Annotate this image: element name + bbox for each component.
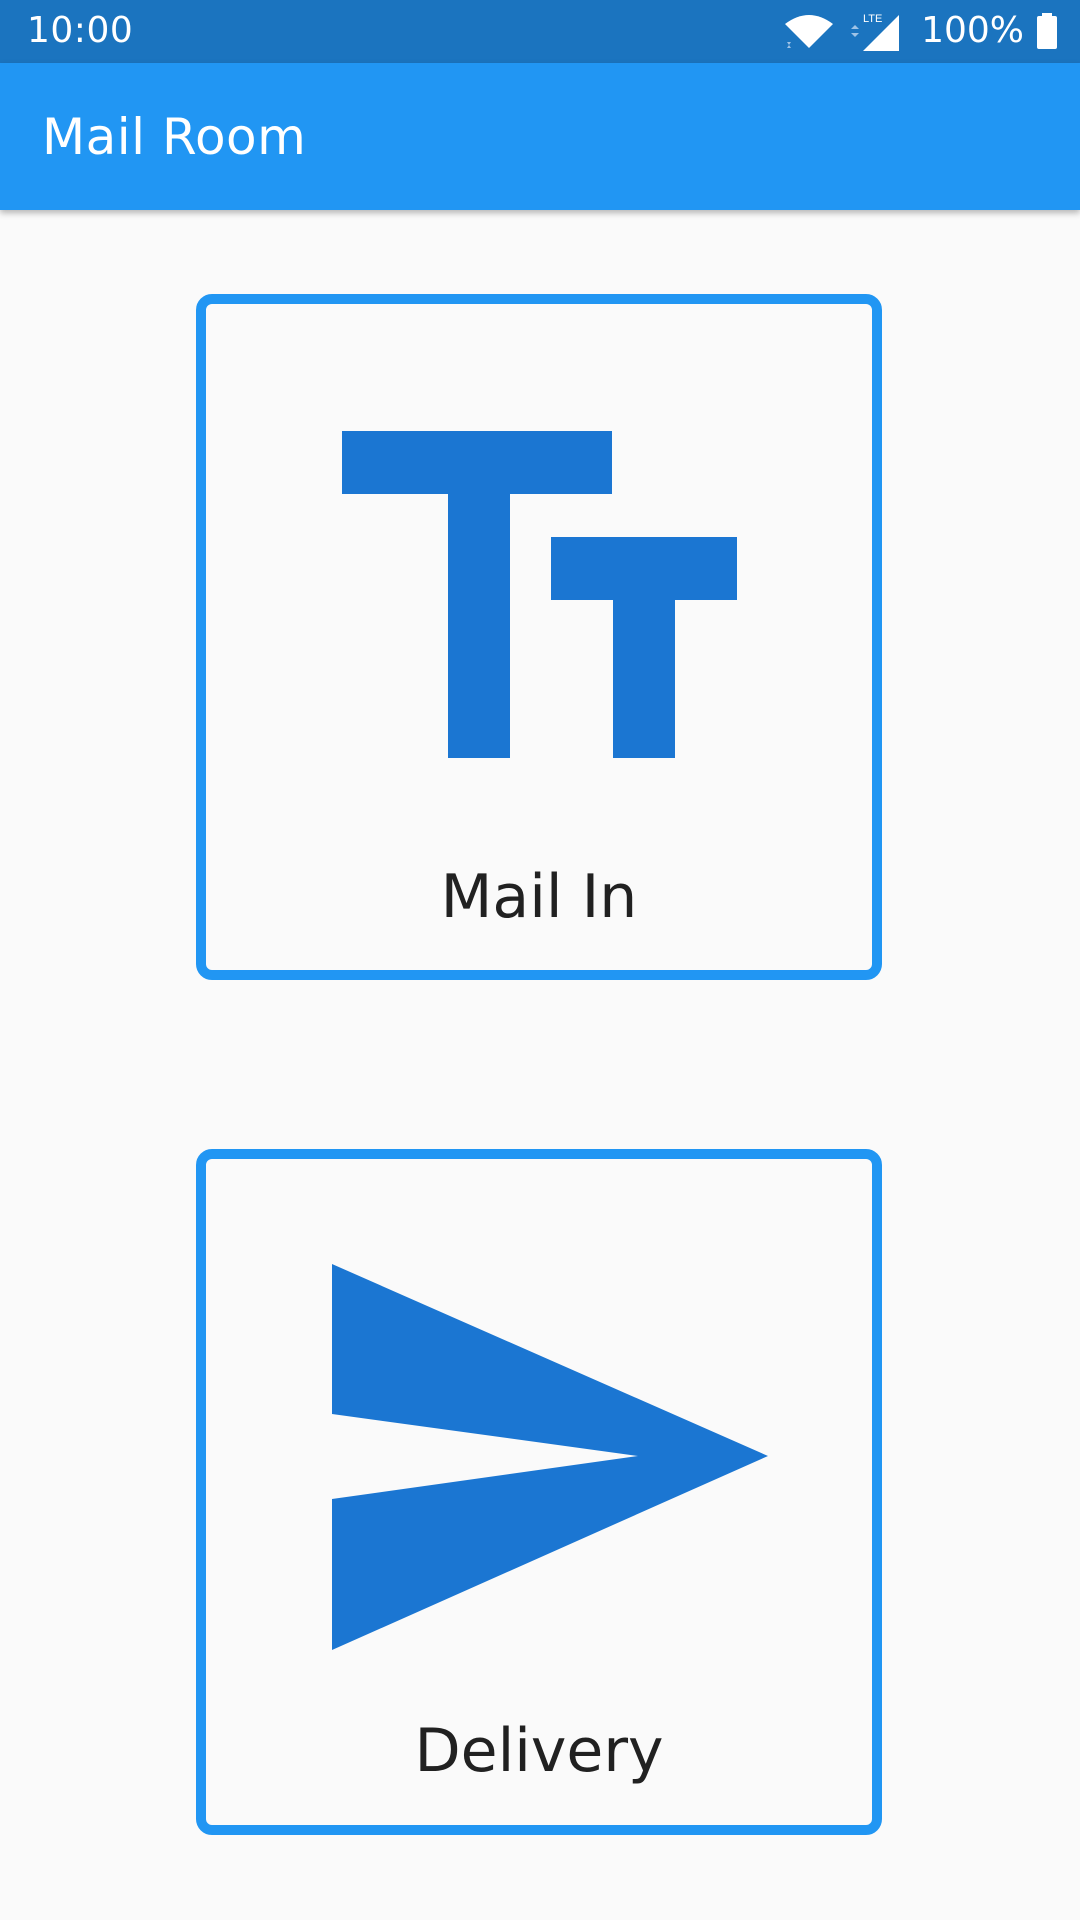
mail-in-label: Mail In xyxy=(440,862,638,932)
status-bar: 10:00 LTE 100% xyxy=(0,0,1080,63)
app-bar: Mail Room xyxy=(0,63,1080,210)
battery-full-icon xyxy=(1037,13,1057,49)
status-time: 10:00 xyxy=(27,10,134,51)
lte-signal-icon: LTE xyxy=(851,13,900,51)
status-icons: LTE 100% xyxy=(783,8,1058,54)
lte-label: LTE xyxy=(863,13,882,25)
app-title: Mail Room xyxy=(42,108,307,166)
delivery-label: Delivery xyxy=(414,1716,664,1786)
delivery-button[interactable]: Delivery xyxy=(196,1149,882,1835)
mail-in-button[interactable]: Mail In xyxy=(196,294,882,980)
battery-percent: 100% xyxy=(921,10,1024,51)
wifi-icon xyxy=(785,15,834,48)
